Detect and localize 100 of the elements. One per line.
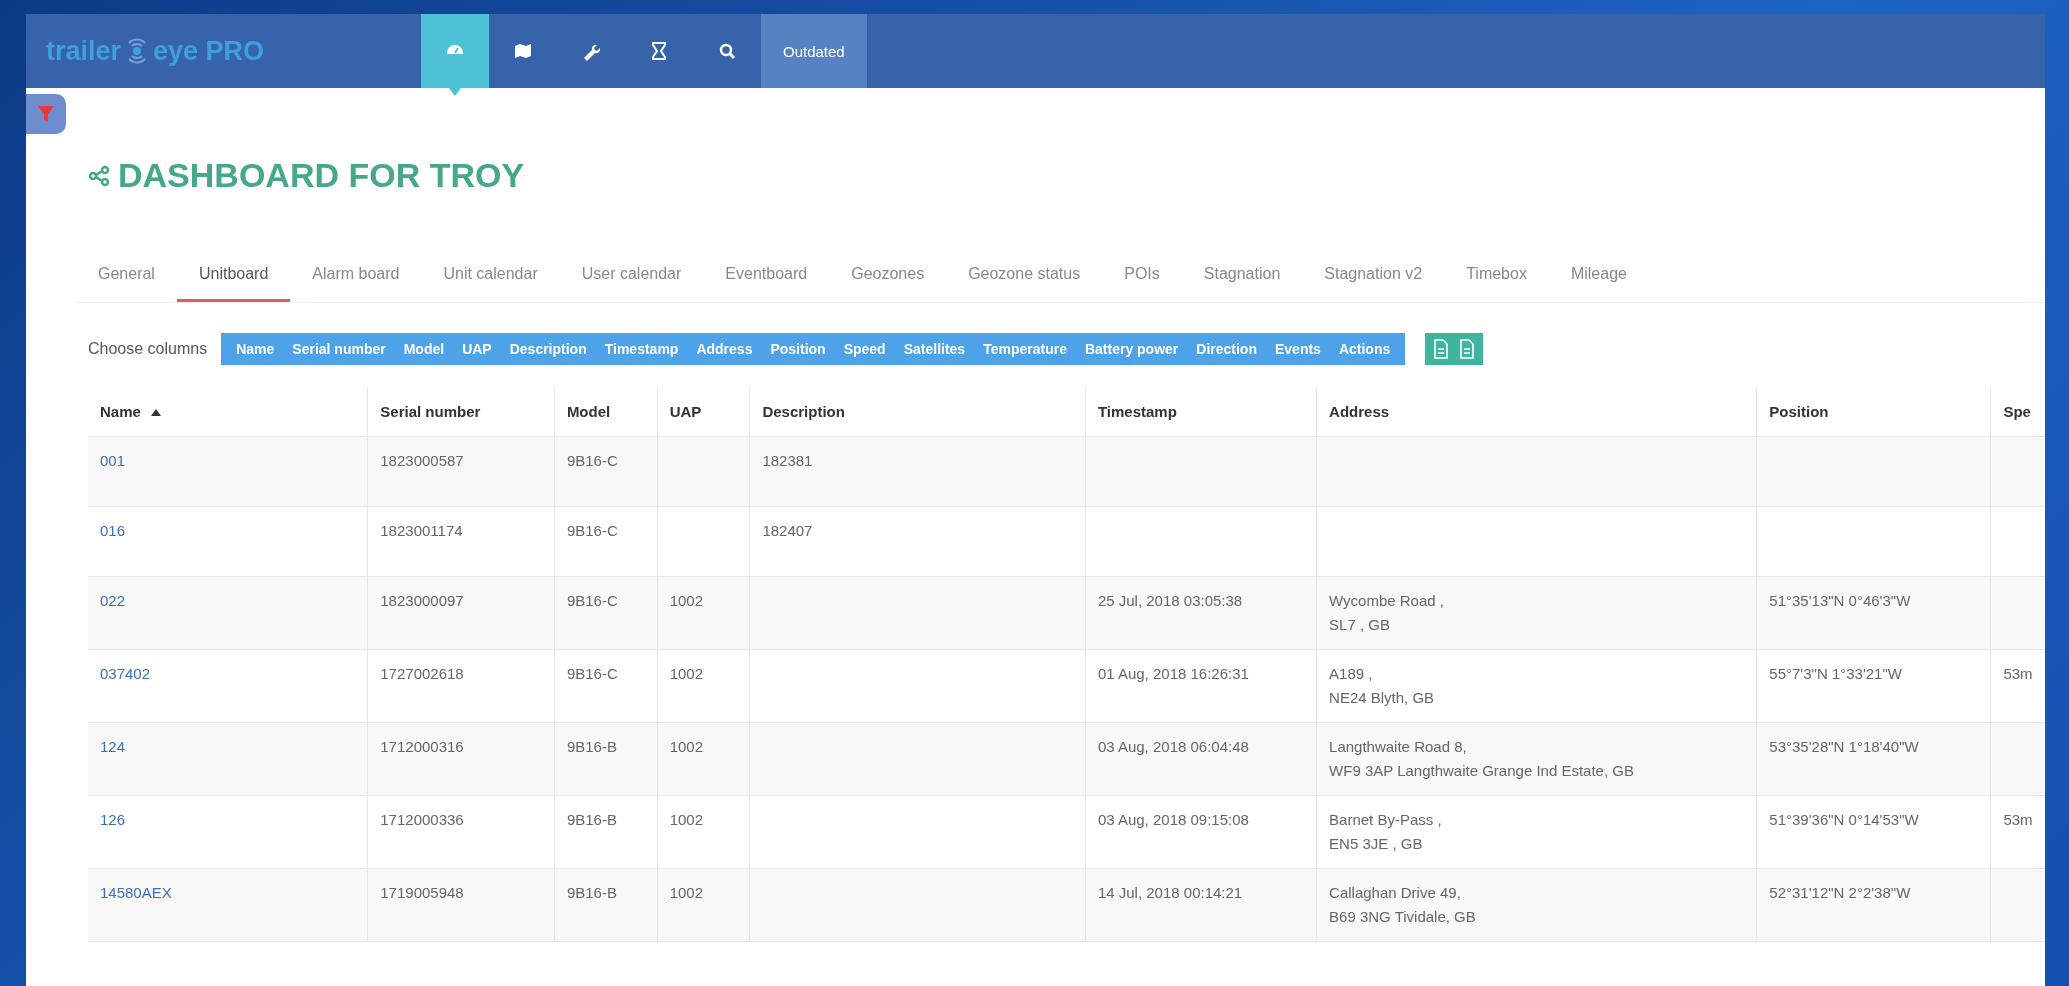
export-button[interactable] — [1459, 339, 1476, 359]
choose-columns-label: Choose columns — [88, 340, 209, 358]
address-line: NE24 Blyth, GB — [1329, 688, 1436, 708]
table-cell: 182407 — [762, 522, 813, 539]
address-line: WF9 3AP Langthwaite Grange Ind Estate, GB — [1329, 761, 1635, 781]
column-header-label: Model — [566, 403, 611, 420]
table-cell: 9B16-C — [566, 522, 618, 539]
column-header[interactable]: Name — [88, 387, 368, 437]
column-toggle[interactable]: Battery power — [1075, 341, 1188, 357]
unit-name-link[interactable]: 001 — [100, 452, 126, 469]
unit-name-link[interactable]: 14580AEX — [100, 884, 172, 901]
column-toggle[interactable]: Position — [761, 341, 835, 357]
table-cell: 1719005948 — [380, 884, 464, 901]
column-header-label: Address — [1329, 403, 1390, 420]
table-cell: 1823000097 — [380, 592, 464, 609]
table-cell: 9B16-C — [566, 452, 618, 469]
tab[interactable]: Stagnation — [1181, 253, 1303, 302]
table-cell: 01 Aug, 2018 16:26:31 — [1097, 665, 1249, 682]
tab[interactable]: Eventboard — [703, 253, 830, 302]
address-line: Barnet By-Pass , — [1329, 810, 1443, 830]
address-line: EN5 3JE , GB — [1329, 834, 1424, 854]
address-line: Callaghan Drive 49, — [1329, 883, 1462, 903]
tab[interactable]: POIs — [1102, 253, 1182, 302]
column-header-label: Description — [762, 403, 845, 420]
table-cell: 9B16-B — [566, 811, 617, 828]
column-header[interactable]: Address — [1316, 387, 1757, 437]
table-cell: 25 Jul, 2018 03:05:38 — [1097, 592, 1243, 609]
column-toggle[interactable]: Satellites — [894, 341, 975, 357]
tab[interactable]: Alarm board — [290, 253, 422, 302]
column-header[interactable]: Position — [1756, 387, 1991, 437]
share-icon — [88, 164, 110, 187]
tab[interactable]: General — [76, 253, 177, 302]
tab[interactable]: User calendar — [559, 253, 704, 302]
tab[interactable]: Mileage — [1548, 253, 1649, 302]
column-toggle[interactable]: Name — [227, 341, 284, 357]
column-header-label: Spe — [2003, 403, 2031, 420]
column-toggle[interactable]: Speed — [834, 341, 895, 357]
table-cell: 182381 — [762, 452, 813, 469]
tab[interactable]: Timebox — [1444, 253, 1549, 302]
unit-name-link[interactable]: 124 — [100, 738, 126, 755]
table-cell: 1002 — [669, 884, 703, 901]
table-cell: 1002 — [669, 811, 703, 828]
table-cell: 03 Aug, 2018 09:15:08 — [1097, 811, 1249, 828]
logo-text: trailer — [46, 35, 122, 67]
table-cell: 55°7'3"N 1°33'21"W — [1769, 665, 1902, 682]
address-line: A189 , — [1329, 664, 1374, 684]
column-toggle[interactable]: Actions — [1329, 341, 1400, 357]
column-header[interactable]: UAP — [657, 387, 750, 437]
hourglass-icon — [649, 41, 669, 61]
column-header[interactable]: Spe — [1990, 387, 2045, 437]
table-cell: 9B16-C — [566, 592, 618, 609]
column-toggle[interactable]: Temperature — [974, 341, 1076, 357]
table-cell: 1727002618 — [380, 665, 464, 682]
funnel-icon — [36, 104, 56, 124]
unit-name-link[interactable]: 022 — [100, 592, 126, 609]
tab[interactable]: Geozones — [829, 253, 947, 302]
table-cell: 1823001174 — [380, 522, 463, 539]
column-toggle[interactable]: UAP — [453, 341, 501, 357]
column-header[interactable]: Timestamp — [1085, 387, 1317, 437]
nav-item[interactable]: Outdated — [761, 14, 867, 88]
unit-name-link[interactable]: 126 — [100, 811, 126, 828]
table-cell: 1712000316 — [380, 738, 464, 755]
column-header[interactable]: Description — [749, 387, 1086, 437]
column-header[interactable]: Serial number — [367, 387, 555, 437]
column-toggle[interactable]: Model — [394, 341, 454, 357]
column-header-label: Serial number — [380, 403, 481, 420]
tab[interactable]: Unit calendar — [421, 253, 560, 302]
table-cell: 52°31'12"N 2°2'38"W — [1769, 884, 1911, 901]
table-cell: 1823000587 — [380, 452, 464, 469]
table-cell: 53m — [2003, 665, 2033, 682]
column-header-label: Position — [1769, 403, 1829, 420]
address-line: Wycombe Road , — [1329, 591, 1445, 611]
column-toggle[interactable]: Description — [500, 341, 596, 357]
column-header[interactable]: Model — [554, 387, 658, 437]
table-cell: 51°39'36"N 0°14'53"W — [1769, 811, 1919, 828]
table-cell: 9B16-B — [566, 738, 617, 755]
tab[interactable]: Geozone status — [946, 253, 1103, 302]
unit-name-link[interactable]: 037402 — [100, 665, 151, 682]
export-button[interactable] — [1433, 339, 1450, 359]
table-cell: 1002 — [669, 592, 703, 609]
column-header-label: Name — [100, 403, 141, 420]
filter-button[interactable] — [26, 94, 66, 134]
table-cell: 1002 — [669, 665, 703, 682]
tab[interactable]: Stagnation v2 — [1302, 253, 1445, 302]
table-cell: 9B16-C — [566, 665, 618, 682]
page-title: DASHBOARD FOR TROY — [118, 156, 525, 195]
table-cell: 1712000336 — [380, 811, 464, 828]
table-cell: 53m — [2003, 811, 2033, 828]
search-icon — [717, 41, 737, 61]
column-toggle[interactable]: Direction — [1187, 341, 1266, 357]
column-toggle[interactable]: Timestamp — [595, 341, 688, 357]
column-toggle[interactable]: Events — [1266, 341, 1330, 357]
tab[interactable]: Unitboard — [176, 253, 291, 302]
unit-name-link[interactable]: 016 — [100, 522, 126, 539]
table-cell: 53°35'28"N 1°18'40"W — [1769, 738, 1919, 755]
column-toggle[interactable]: Address — [687, 341, 762, 357]
column-toggle[interactable]: Serial number — [283, 341, 395, 357]
address-line: B69 3NG Tividale, GB — [1329, 907, 1477, 927]
table-cell: 1002 — [669, 738, 703, 755]
address-line: Langthwaite Road 8, — [1329, 737, 1468, 757]
